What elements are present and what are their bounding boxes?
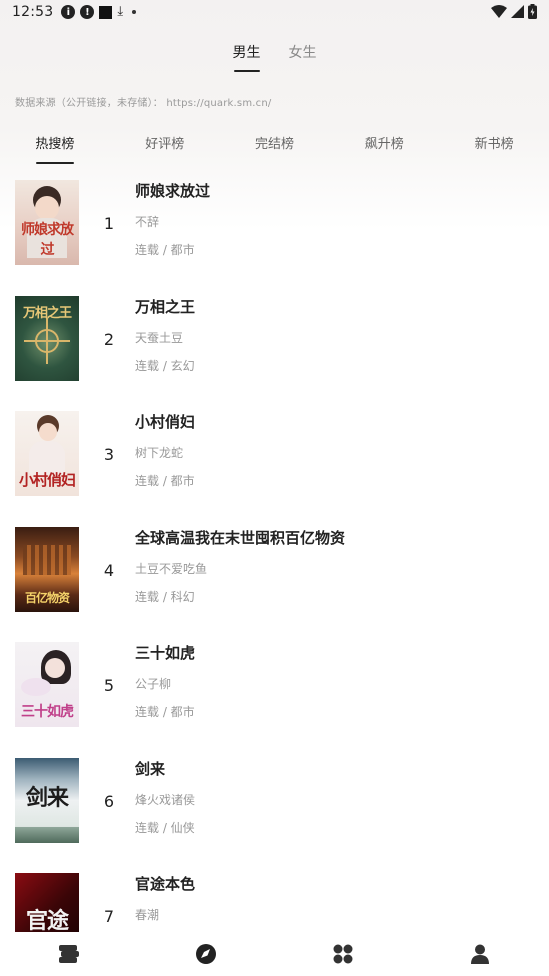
book-author: 春潮 [135, 908, 160, 922]
book-title: 万相之王 [135, 297, 196, 316]
tab-hot-search[interactable]: 热搜榜 [0, 133, 110, 165]
wifi-icon [491, 4, 507, 18]
bottom-navigation [0, 932, 549, 976]
book-author: 烽火戏诸侯 [135, 792, 196, 807]
book-item[interactable]: 小村俏妇 3 小村俏妇 树下龙蛇 连载 / 都市 [0, 409, 549, 525]
book-meta: 连载 / 都市 [135, 243, 195, 257]
book-item[interactable]: 百亿物资 4 全球高温我在末世囤积百亿物资 土豆不爱吃鱼 连载 / 科幻 [0, 525, 549, 641]
book-author: 不辞 [135, 215, 160, 229]
category-icon [333, 944, 353, 964]
book-cover: 三十如虎 [15, 642, 79, 727]
book-cover: 官途 [15, 873, 79, 932]
book-title: 师娘求放过 [135, 182, 211, 200]
rank-number: 6 [103, 791, 115, 811]
book-cover: 师娘求放过 [15, 180, 79, 265]
ranking-tabs: 热搜榜 好评榜 完结榜 飙升榜 新书榜 [0, 133, 549, 165]
nav-profile[interactable] [412, 932, 549, 976]
notification-icons: i ! ⤓ [61, 4, 137, 19]
app-notification-icon [99, 5, 113, 19]
rank-number: 3 [103, 445, 115, 464]
book-item[interactable]: 万相之王 2 万相之王 天蚕土豆 连载 / 玄幻 [0, 294, 549, 410]
cover-title: 师娘求放过 [21, 222, 74, 258]
book-title: 剑来 [135, 759, 166, 778]
bookshelf-icon [58, 945, 79, 963]
book-cover: 百亿物资 [15, 526, 79, 612]
book-title: 三十如虎 [135, 644, 196, 662]
tab-rising[interactable]: 飙升榜 [329, 133, 439, 165]
book-meta: 连载 / 都市 [135, 705, 195, 719]
book-meta: 连载 / 科幻 [135, 589, 195, 604]
book-list: 师娘求放过 1 师娘求放过 不辞 连载 / 都市 万相之王 2 万相之王 天蚕土… [0, 178, 549, 932]
signal-icon [511, 5, 524, 18]
rank-number: 5 [103, 676, 115, 695]
battery-icon [528, 4, 537, 19]
alert-icon: ! [80, 5, 95, 19]
nav-category[interactable] [275, 932, 412, 976]
book-item[interactable]: 剑来 6 剑来 烽火戏诸侯 连载 / 仙侠 [0, 756, 549, 872]
tab-female[interactable]: 女生 [285, 42, 321, 72]
book-meta: 连载 / 玄幻 [135, 358, 195, 373]
data-source-note: 数据来源（公开链接，未存储）： https://quark.sm.cn/ [15, 98, 272, 109]
cover-title: 三十如虎 [21, 704, 74, 720]
book-item[interactable]: 三十如虎 5 三十如虎 公子柳 连载 / 都市 [0, 640, 549, 756]
cover-title: 剑来 [25, 784, 69, 811]
book-author: 土豆不爱吃鱼 [135, 561, 208, 576]
book-author: 天蚕土豆 [135, 330, 184, 345]
book-title: 官途本色 [135, 875, 196, 893]
book-item[interactable]: 师娘求放过 1 师娘求放过 不辞 连载 / 都市 [0, 178, 549, 294]
rank-number: 4 [103, 560, 115, 580]
tab-new-books[interactable]: 新书榜 [439, 133, 549, 165]
nav-bookshelf[interactable] [0, 932, 137, 976]
rank-number: 2 [103, 329, 115, 349]
info-icon: i [61, 5, 76, 19]
rank-number: 7 [103, 907, 115, 926]
profile-icon [471, 944, 490, 964]
book-cover: 万相之王 [15, 295, 79, 381]
book-author: 树下龙蛇 [135, 446, 184, 460]
status-bar: 12:53 i ! ⤓ [0, 0, 549, 24]
book-title: 小村俏妇 [135, 413, 196, 431]
rank-number: 1 [103, 214, 115, 233]
system-icons [491, 4, 537, 19]
book-meta: 连载 / 仙侠 [135, 820, 195, 835]
tab-male[interactable]: 男生 [229, 42, 265, 72]
cover-title: 万相之王 [22, 305, 72, 321]
book-cover: 小村俏妇 [15, 411, 79, 496]
book-author: 公子柳 [135, 677, 172, 691]
cover-title: 百亿物资 [24, 590, 70, 605]
download-icon: ⤓ [117, 4, 124, 19]
tab-completed[interactable]: 完结榜 [220, 133, 330, 165]
gender-tabs: 男生 女生 [0, 42, 549, 72]
more-notifications-icon [132, 10, 137, 14]
tab-top-rated[interactable]: 好评榜 [110, 133, 220, 165]
book-cover: 剑来 [15, 757, 79, 843]
cover-title: 小村俏妇 [18, 471, 76, 489]
status-time: 12:53 [12, 4, 54, 20]
compass-icon [195, 944, 216, 964]
book-meta: 连载 / 都市 [135, 474, 195, 488]
cover-title: 官途 [25, 908, 69, 932]
book-item[interactable]: 官途 7 官途本色 春潮 [0, 871, 549, 932]
book-title: 全球高温我在末世囤积百亿物资 [135, 528, 346, 547]
nav-discover[interactable] [137, 932, 274, 976]
